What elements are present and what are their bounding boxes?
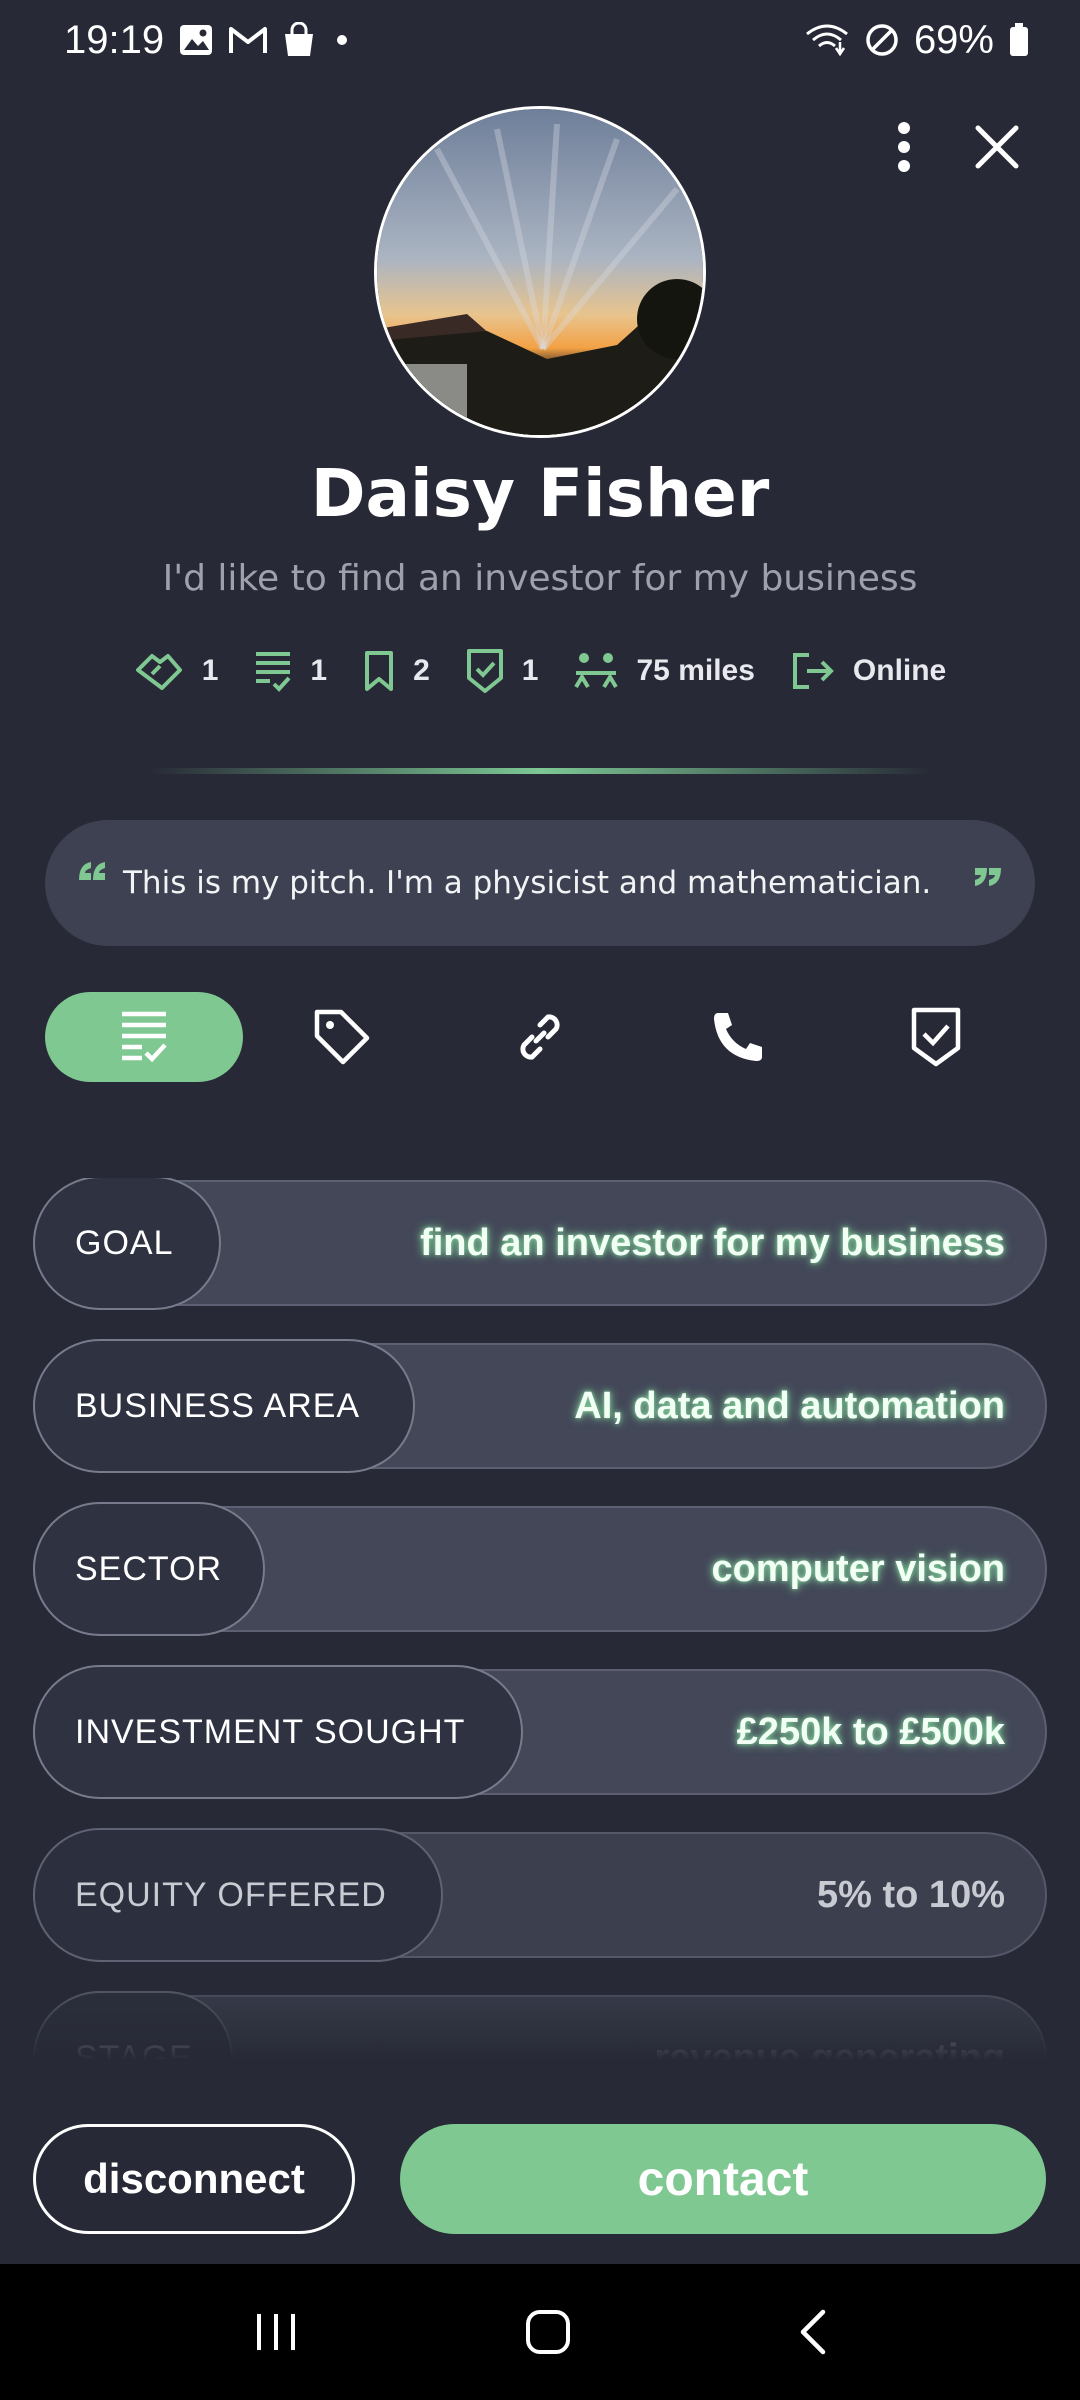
stat-value: 1 xyxy=(310,654,328,687)
field-value: find an investor for my business xyxy=(420,1221,1005,1264)
battery-percent: 69% xyxy=(913,17,994,62)
open-quote-icon xyxy=(79,862,105,880)
system-nav-bar xyxy=(0,2264,1080,2400)
handshake-icon xyxy=(135,654,182,690)
field-label: STAGE xyxy=(33,1991,233,2060)
field-value: computer vision xyxy=(711,1547,1006,1590)
verified-check-icon xyxy=(911,1007,961,1067)
more-options-icon[interactable] xyxy=(894,120,914,174)
online-icon xyxy=(792,653,834,689)
profile-stats: 1 1 2 1 75 miles Online xyxy=(0,648,1080,694)
stat-value: 1 xyxy=(521,654,539,687)
field-sector: SECTOR computer vision xyxy=(33,1502,1047,1636)
tag-icon xyxy=(314,1009,370,1065)
disconnect-button[interactable]: disconnect xyxy=(33,2124,355,2234)
do-not-disturb-icon xyxy=(866,24,898,56)
pitch-bubble: This is my pitch. I'm a physicist and ma… xyxy=(45,820,1035,946)
home-icon[interactable] xyxy=(525,2309,571,2355)
field-equity-offered: EQUITY OFFERED 5% to 10% xyxy=(33,1828,1047,1962)
stat-online[interactable]: Online xyxy=(791,651,946,691)
field-value: revenue generating xyxy=(654,2036,1005,2061)
checklist-icon xyxy=(122,1011,167,1063)
link-icon xyxy=(520,1014,560,1060)
recent-apps-icon[interactable] xyxy=(253,2310,299,2354)
gmail-icon xyxy=(229,27,268,53)
field-value: 5% to 10% xyxy=(817,1873,1005,1916)
avatar[interactable] xyxy=(374,106,706,438)
dot-icon xyxy=(337,35,348,45)
close-icon[interactable] xyxy=(974,124,1020,170)
status-bar: 19:19 69% xyxy=(0,0,1080,80)
bookmark-icon xyxy=(365,651,394,691)
tab-verification[interactable] xyxy=(837,992,1035,1082)
field-business-area: BUSINESS AREA AI, data and automation xyxy=(33,1339,1047,1473)
status-time: 19:19 xyxy=(64,17,165,62)
stat-value: Online xyxy=(852,654,947,687)
contact-button[interactable]: contact xyxy=(400,2124,1046,2234)
stat-verified[interactable]: 1 xyxy=(466,648,539,694)
stat-value: 1 xyxy=(201,654,219,687)
field-goal: GOAL find an investor for my business xyxy=(33,1178,1047,1310)
stat-handshake[interactable]: 1 xyxy=(134,648,219,694)
tab-links[interactable] xyxy=(441,992,639,1082)
field-value: AI, data and automation xyxy=(574,1384,1005,1427)
field-label: GOAL xyxy=(33,1178,221,1310)
checklist-icon xyxy=(256,652,291,692)
tab-tags[interactable] xyxy=(243,992,441,1082)
stat-value: 75 miles xyxy=(636,654,755,687)
back-icon[interactable] xyxy=(797,2309,827,2355)
distance-icon xyxy=(574,653,619,689)
shopping-bag-icon xyxy=(285,22,314,56)
field-stage: STAGE revenue generating xyxy=(33,1991,1047,2061)
wifi-icon xyxy=(806,24,848,57)
profile-fields: GOAL find an investor for my business BU… xyxy=(33,1178,1047,2060)
field-label: INVESTMENT SOUGHT xyxy=(33,1665,523,1799)
field-value: £250k to £500k xyxy=(736,1710,1005,1753)
stat-value: 2 xyxy=(413,654,430,687)
verified-shield-icon xyxy=(466,649,503,693)
field-label: EQUITY OFFERED xyxy=(33,1828,443,1962)
field-label: BUSINESS AREA xyxy=(33,1339,415,1473)
field-investment-sought: INVESTMENT SOUGHT £250k to £500k xyxy=(33,1665,1047,1799)
gallery-icon xyxy=(180,25,213,55)
stat-checklist[interactable]: 1 xyxy=(254,650,327,692)
phone-icon xyxy=(714,1013,762,1061)
tab-phone[interactable] xyxy=(639,992,837,1082)
tab-details[interactable] xyxy=(45,992,243,1082)
field-label: SECTOR xyxy=(33,1502,265,1636)
profile-name: Daisy Fisher xyxy=(310,455,770,532)
stat-bookmark[interactable]: 2 xyxy=(363,650,430,692)
battery-icon xyxy=(1010,23,1028,56)
stat-distance[interactable]: 75 miles xyxy=(574,651,755,691)
divider xyxy=(150,768,930,774)
profile-tagline: I'd like to find an investor for my busi… xyxy=(162,558,918,599)
profile-tabs xyxy=(45,992,1035,1082)
avatar-sunset-image xyxy=(377,109,703,435)
pitch-text: This is my pitch. I'm a physicist and ma… xyxy=(123,865,932,901)
close-quote-icon xyxy=(975,868,1001,886)
